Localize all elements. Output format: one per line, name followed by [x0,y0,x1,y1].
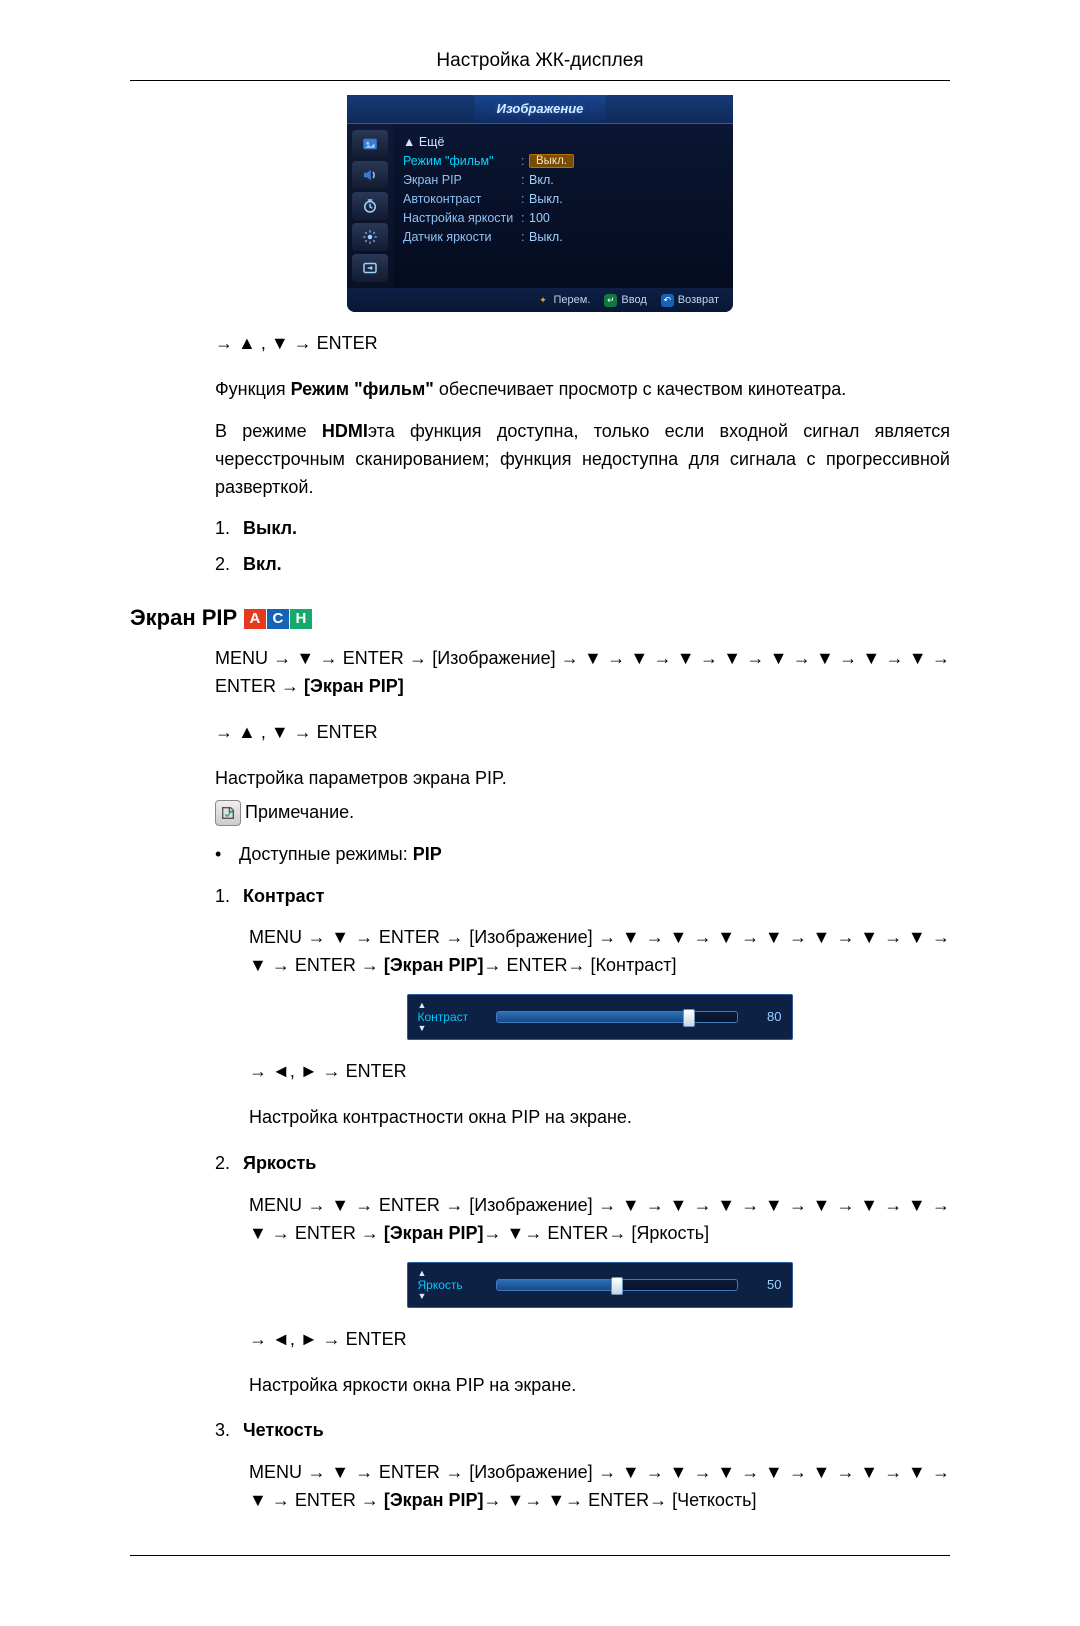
osd-hint-back: ↶Возврат [661,294,719,307]
slider-thumb [611,1277,623,1295]
triangle-up-icon: ▲ [418,1001,427,1010]
desc-brightness: Настройка яркости окна PIP на экране. [249,1372,950,1400]
triangle-up-icon: ▲ [418,1269,427,1278]
menu-path-sharpness: MENU → ▼ → ENTER → [Изображение] → ▼ → ▼… [249,1459,950,1515]
menu-path-brightness: MENU → ▼ → ENTER → [Изображение] → ▼ → ▼… [249,1192,950,1248]
bullet-modes: • Доступные режимы: PIP [215,841,950,869]
nav-sequence: → ▲ , ▼ → ENTER [215,330,950,358]
osd-row-brightness-sensor: Датчик яркости:Выкл. [403,227,723,246]
slider-brightness: ▲ Яркость ▼ 50 [407,1262,793,1308]
note-label: Примечание. [245,799,354,827]
badge-h: H [290,609,312,629]
osd-menu: Изображение ▲ Ещё Режим "фильм": Выкл. [347,95,733,312]
gear-icon [352,223,388,251]
slider-value: 80 [748,1007,782,1027]
osd-header: Изображение [347,95,733,124]
osd-hint-enter: ↵Ввод [604,294,646,307]
osd-list: ▲ Ещё Режим "фильм": Выкл. Экран PIP:Вкл… [393,124,733,288]
menu-path-contrast: MENU → ▼ → ENTER → [Изображение] → ▼ → ▼… [249,924,950,980]
triangle-down-icon: ▼ [418,1292,427,1301]
osd-row-more: ▲ Ещё [403,132,723,151]
item-contrast: 1.Контраст MENU → ▼ → ENTER → [Изображен… [215,883,950,1132]
osd-footer: ✦Перем. ↵Ввод ↶Возврат [347,288,733,312]
osd-row-brightness-setup: Настройка яркости:100 [403,208,723,227]
osd-hint-move: ✦Перем. [537,294,591,307]
sound-icon [352,161,388,189]
item-sharpness: 3.Четкость MENU → ▼ → ENTER → [Изображен… [215,1417,950,1515]
osd-icon-column [347,124,393,288]
paragraph-film: Функция Режим "фильм" обеспечивает просм… [215,376,950,404]
nav-sequence-2: → ▲ , ▼ → ENTER [215,719,950,747]
slider-label: Контраст [418,1010,469,1024]
desc-contrast: Настройка контрастности окна PIP на экра… [249,1104,950,1132]
nav-sequence-brightness: → ◄, ► → ENTER [249,1326,950,1354]
footer-rule [130,1555,950,1556]
slider-contrast: ▲ Контраст ▼ 80 [407,994,793,1040]
nav-sequence-contrast: → ◄, ► → ENTER [249,1058,950,1086]
menu-path-pip: MENU → ▼ → ENTER → [Изображение] → ▼ → ▼… [215,645,950,701]
timer-icon [352,192,388,220]
slider-track [496,1279,738,1291]
osd-row-pip: Экран PIP:Вкл. [403,170,723,189]
back-icon: ↶ [661,294,674,307]
badge-a: A [244,609,266,629]
page: Настройка ЖК-дисплея Изображение ▲ Ещё Р [0,0,1080,1626]
paragraph-hdmi: В режиме HDMIэта функция доступна, тольк… [215,418,950,502]
picture-icon [352,130,388,158]
paragraph-pip-desc: Настройка параметров экрана PIP. [215,765,950,793]
slider-label: Яркость [418,1278,463,1292]
item-brightness: 2.Яркость MENU → ▼ → ENTER → [Изображени… [215,1150,950,1399]
section-title-pip: Экран PIP ACH [130,605,950,631]
page-title: Настройка ЖК-дисплея [130,50,950,72]
badge-c: C [267,609,289,629]
input-icon [352,254,388,282]
note-row: Примечание. [215,799,950,827]
triangle-down-icon: ▼ [418,1024,427,1033]
note-icon [215,800,241,826]
osd-row-film: Режим "фильм": Выкл. [403,151,723,170]
osd-title: Изображение [475,95,606,123]
enter-icon: ↵ [604,294,617,307]
slider-value: 50 [748,1275,782,1295]
osd-row-autocontrast: Автоконтраст:Выкл. [403,189,723,208]
option-on: 2.Вкл. [215,551,950,579]
slider-thumb [683,1009,695,1027]
move-icon: ✦ [537,294,550,307]
header-rule [130,80,950,81]
option-list: 1.Выкл. 2.Вкл. [215,515,950,579]
slider-track [496,1011,738,1023]
option-off: 1.Выкл. [215,515,950,543]
